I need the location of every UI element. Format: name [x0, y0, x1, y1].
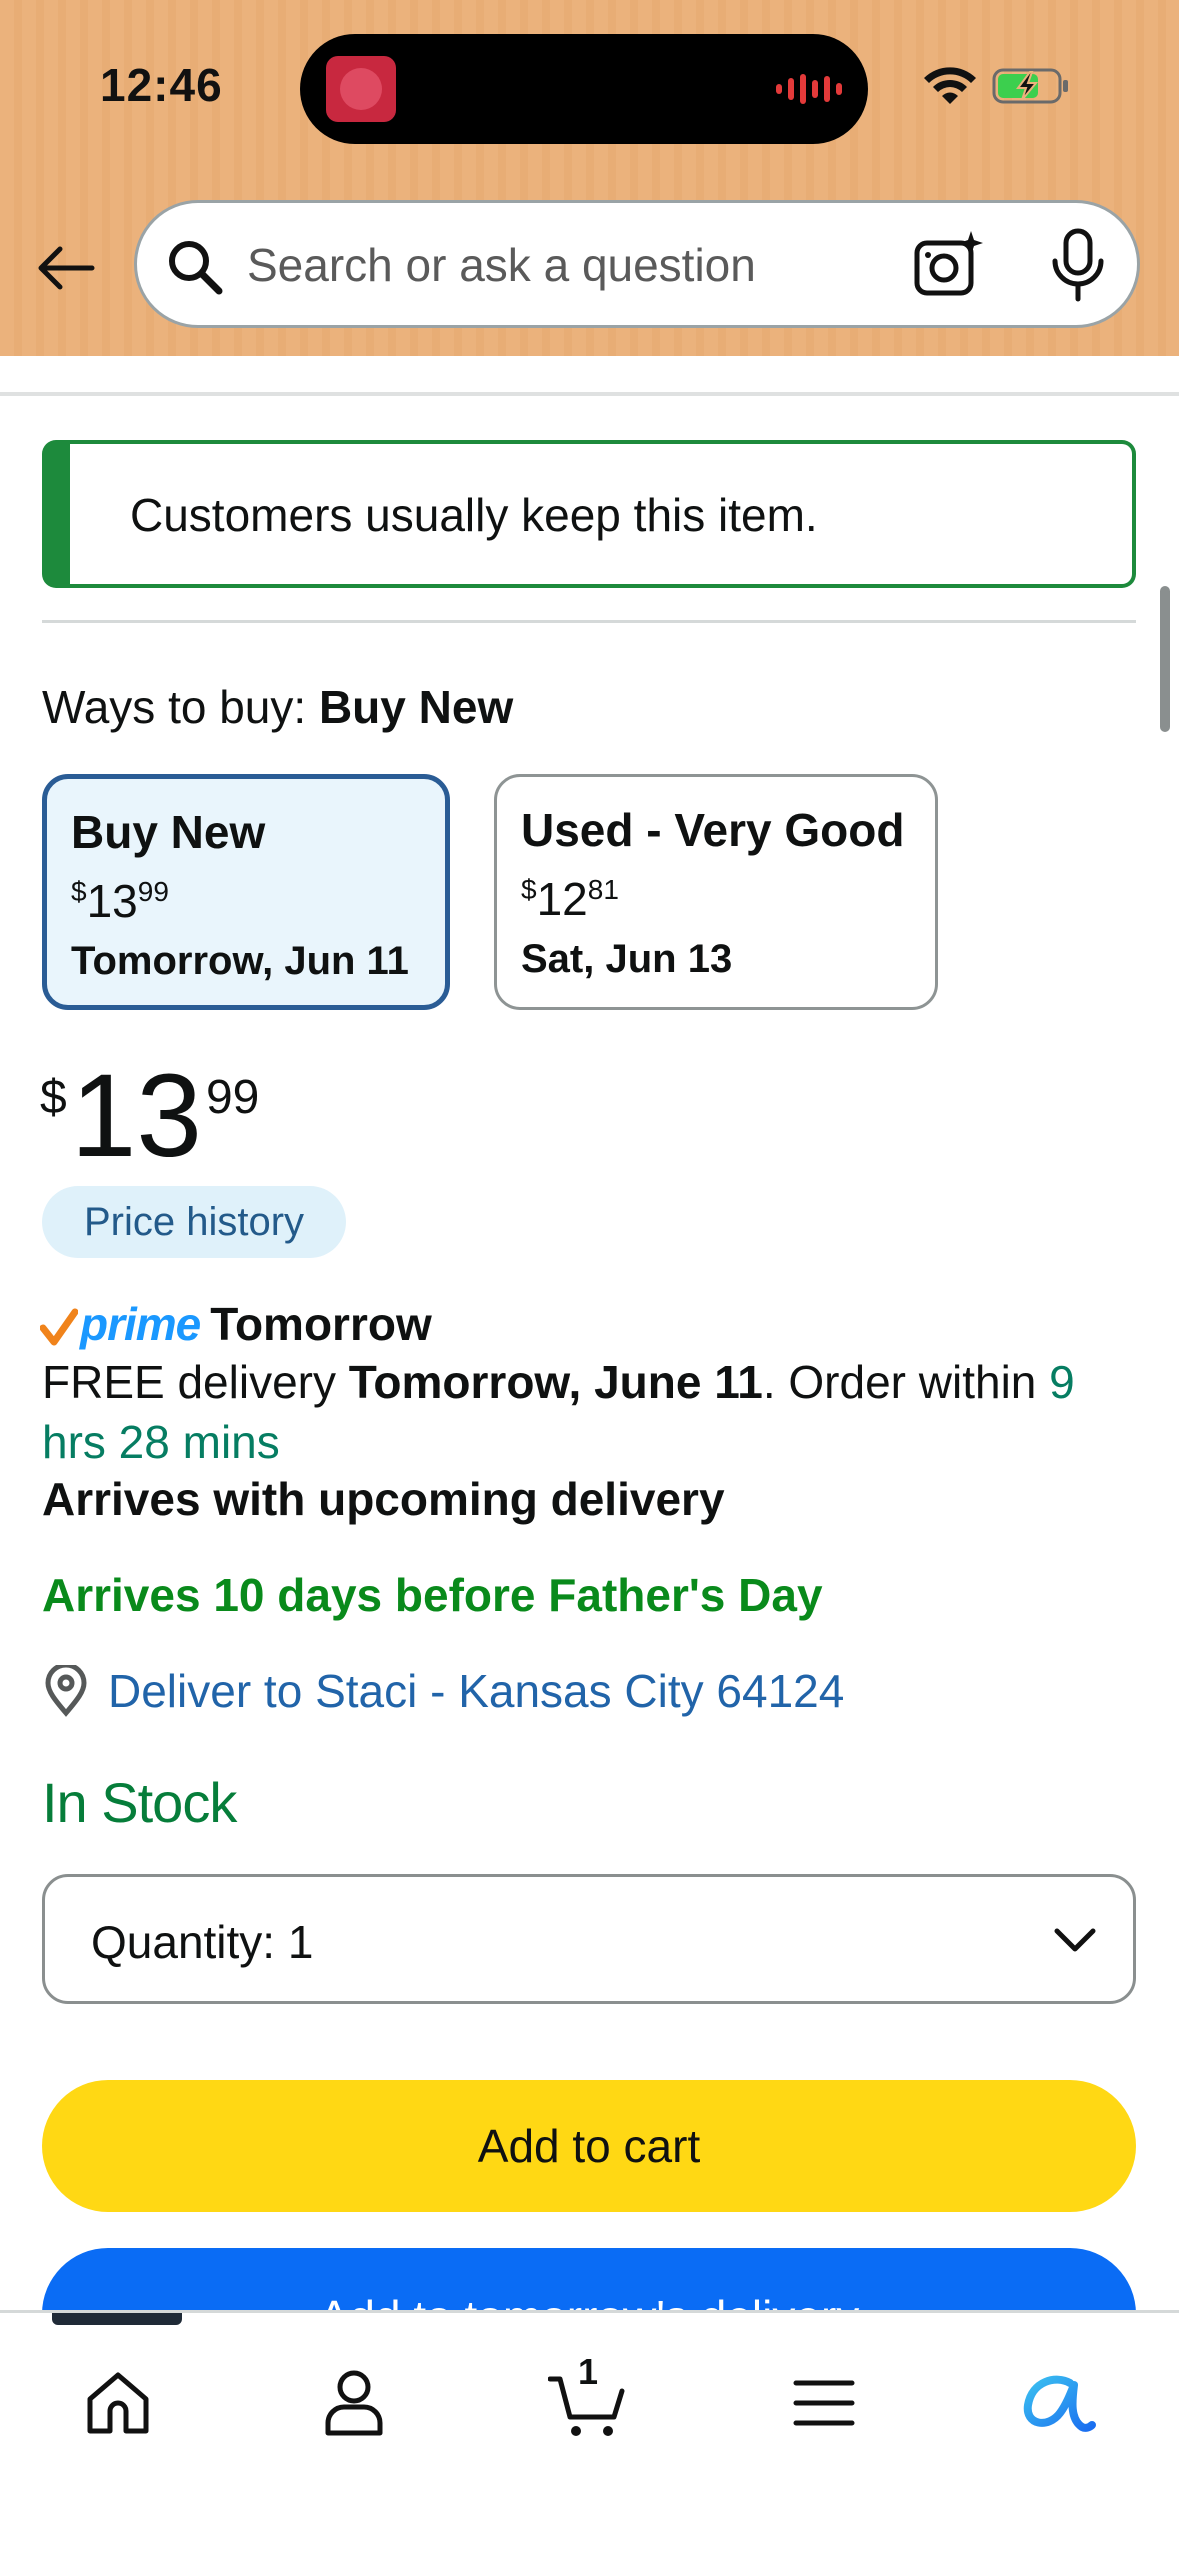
- nav-menu-button[interactable]: [776, 2355, 872, 2451]
- camera-lens-icon[interactable]: [913, 229, 985, 301]
- now-playing-thumbnail: [326, 56, 396, 122]
- nav-home-button[interactable]: [70, 2355, 166, 2451]
- buy-option-new[interactable]: Buy New $1399 Tomorrow, Jun 11: [42, 774, 450, 1010]
- ways-to-buy-prefix: Ways to buy:: [42, 681, 319, 733]
- ways-to-buy-label: Ways to buy: Buy New: [42, 680, 513, 734]
- price-whole: 13: [70, 1050, 202, 1182]
- back-arrow-icon: [38, 246, 95, 290]
- buy-option-date: Sat, Jun 13: [521, 937, 733, 981]
- nav-rufus-button[interactable]: [1010, 2355, 1106, 2451]
- stock-status: In Stock: [42, 1771, 237, 1834]
- keep-item-banner: Customers usually keep this item.: [42, 440, 1136, 588]
- microphone-icon[interactable]: [1043, 227, 1113, 303]
- scrollbar[interactable]: [1160, 586, 1170, 732]
- section-divider: [0, 392, 1179, 396]
- account-icon: [325, 2370, 383, 2436]
- search-icon: [169, 241, 223, 295]
- upcoming-delivery-note: Arrives with upcoming delivery: [42, 1473, 725, 1525]
- add-to-cart-button[interactable]: Add to cart: [42, 2080, 1136, 2212]
- delivery-date: Tomorrow, June 11: [348, 1356, 763, 1408]
- menu-icon: [793, 2380, 855, 2426]
- order-within-label: . Order within: [762, 1356, 1050, 1408]
- status-time: 12:46: [100, 59, 223, 111]
- quantity-label: Quantity: 1: [91, 1916, 314, 1968]
- price-history-button[interactable]: Price history: [42, 1186, 346, 1258]
- buy-option-date: Tomorrow, Jun 11: [71, 939, 409, 983]
- home-icon: [87, 2372, 149, 2434]
- section-divider: [42, 620, 1136, 623]
- back-button[interactable]: [30, 232, 102, 304]
- deliver-to-location[interactable]: Deliver to Staci - Kansas City 64124: [42, 1664, 844, 1718]
- prime-delivery-when: Tomorrow: [210, 1298, 432, 1350]
- quantity-value: 1: [287, 1916, 314, 1968]
- cart-count-badge: 1: [578, 2351, 599, 2392]
- rufus-icon: [1023, 2375, 1096, 2432]
- wifi-icon: [924, 67, 976, 104]
- nav-account-button[interactable]: [306, 2355, 402, 2451]
- prime-delivery-badge: prime Tomorrow: [40, 1296, 432, 1352]
- buy-option-price: $1399: [71, 875, 169, 927]
- price-cents: 99: [205, 1071, 260, 1124]
- prime-check-icon: [40, 1308, 78, 1346]
- location-pin-icon: [45, 1665, 87, 1717]
- audio-wave-icon: [776, 74, 842, 104]
- delivery-message: FREE delivery Tomorrow, June 11. Order w…: [42, 1352, 1142, 1472]
- deliver-to-link[interactable]: Deliver to Staci - Kansas City 64124: [108, 1664, 844, 1718]
- bottom-navigation: 1: [0, 2310, 1179, 2556]
- price-currency: $: [40, 1071, 67, 1124]
- buy-option-price: $1281: [521, 873, 619, 925]
- nav-cart-button[interactable]: 1: [540, 2351, 636, 2451]
- buy-option-title: Buy New: [71, 806, 266, 858]
- product-price: $ 13 99: [40, 1056, 259, 1176]
- dynamic-island[interactable]: [300, 34, 868, 144]
- header: 12:46: [0, 0, 1179, 356]
- active-tab-indicator: [52, 2313, 182, 2325]
- chevron-down-icon: [1054, 1928, 1096, 1952]
- battery-charging-icon: [992, 68, 1068, 104]
- search-bar[interactable]: [134, 200, 1140, 328]
- keep-item-text: Customers usually keep this item.: [130, 489, 818, 541]
- fathers-day-note: Arrives 10 days before Father's Day: [42, 1569, 823, 1621]
- search-input[interactable]: [247, 233, 887, 297]
- prime-logo-text: prime: [80, 1298, 201, 1350]
- quantity-dropdown[interactable]: Quantity: 1: [42, 1874, 1136, 2004]
- buy-option-title: Used - Very Good: [521, 804, 905, 856]
- delivery-free-prefix: FREE delivery: [42, 1356, 349, 1408]
- ways-to-buy-selected: Buy New: [318, 681, 514, 733]
- buy-option-used[interactable]: Used - Very Good $1281 Sat, Jun 13: [494, 774, 938, 1010]
